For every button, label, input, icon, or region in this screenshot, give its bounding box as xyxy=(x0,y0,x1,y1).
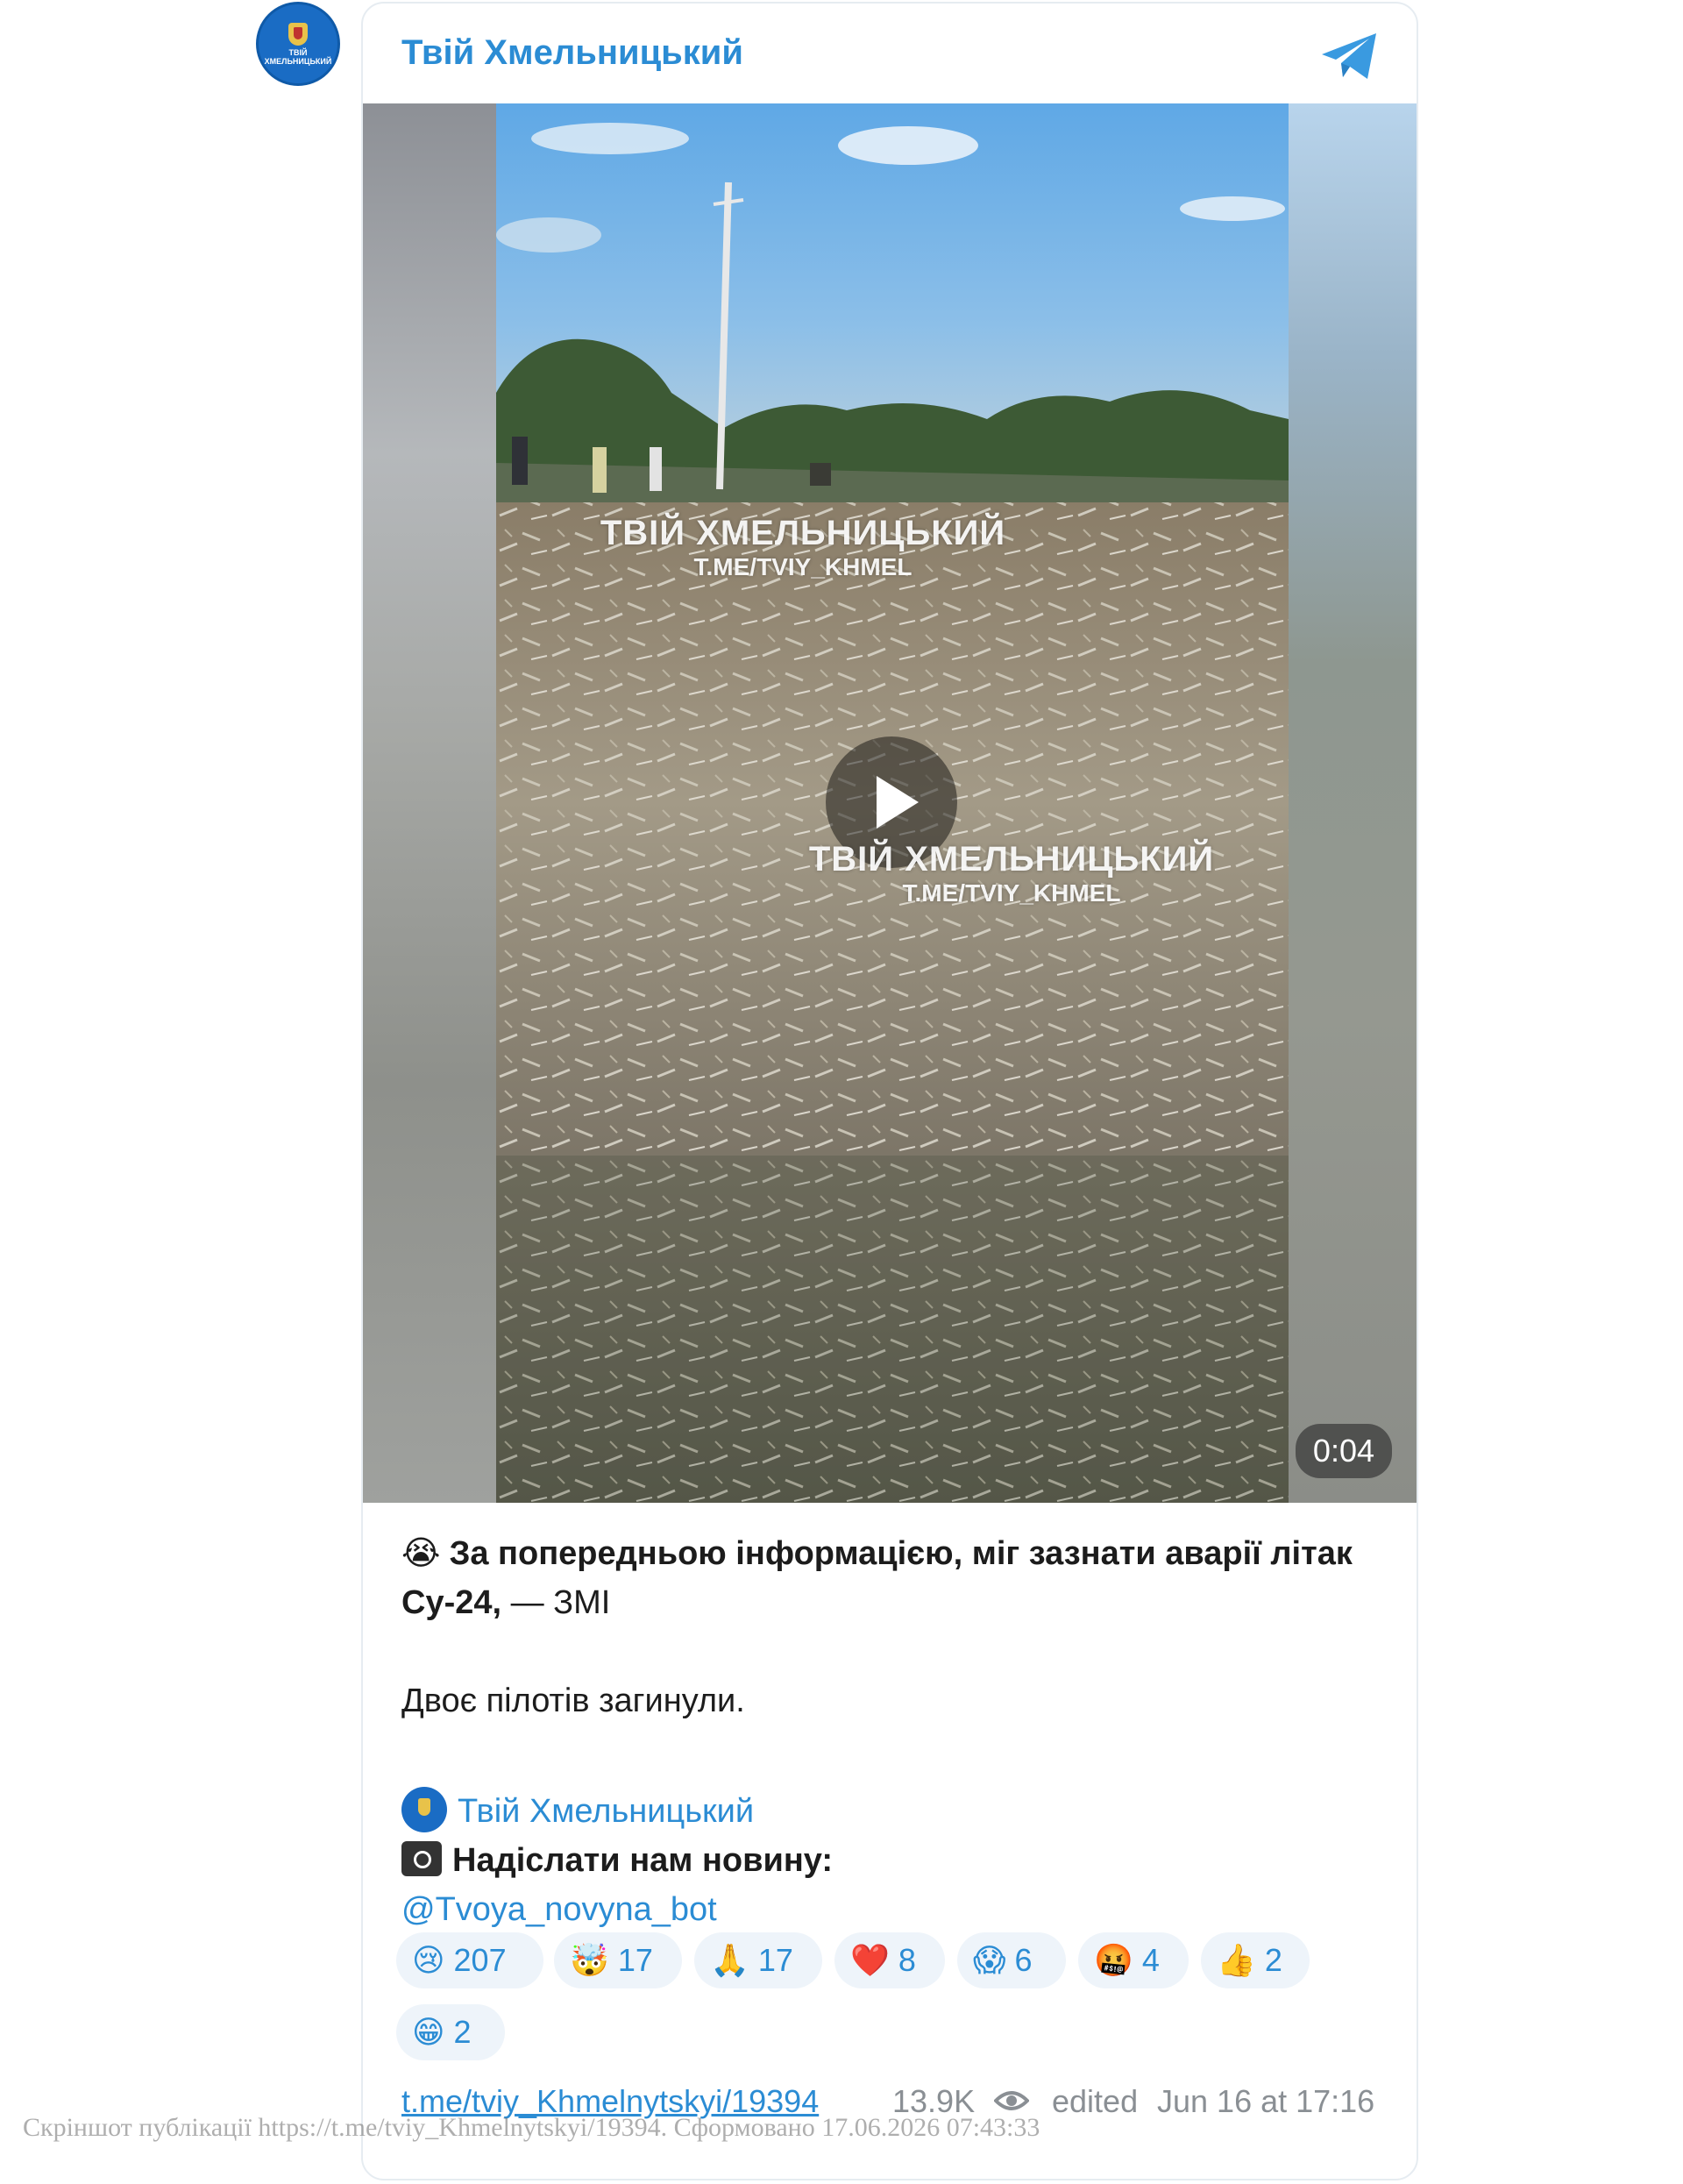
reaction-cursing[interactable]: 🤬 4 xyxy=(1078,1932,1189,1988)
watermark-title: ТВІЙ ХМЕЛЬНИЦЬКИЙ xyxy=(600,514,1006,552)
reaction-emoji: 😱 xyxy=(973,1942,1006,1978)
screenshot-caption: Скріншот публікації https://t.me/tviy_Kh… xyxy=(23,2113,1040,2142)
coat-of-arms-icon xyxy=(288,22,308,46)
post-date: Jun 16 at 17:16 xyxy=(1157,2083,1375,2119)
reaction-exploding-head[interactable]: 🤯 17 xyxy=(554,1932,682,1988)
channel-name-link[interactable]: Твій Хмельницький xyxy=(401,33,743,73)
reaction-count: 2 xyxy=(1264,1942,1282,1978)
reaction-thumbs-up[interactable]: 👍 2 xyxy=(1201,1932,1310,1988)
reaction-count: 4 xyxy=(1141,1942,1160,1978)
reaction-heart[interactable]: ❤️ 8 xyxy=(834,1932,945,1988)
post-body: Двоє пілотів загинули. xyxy=(401,1682,745,1719)
reaction-emoji: 🤯 xyxy=(570,1942,609,1978)
reaction-count: 8 xyxy=(898,1942,916,1978)
avatar-text: ТВІЙ ХМЕЛЬНИЦЬКИЙ xyxy=(264,47,332,66)
media-blur-left xyxy=(363,103,496,1503)
telegram-icon[interactable] xyxy=(1318,28,1381,84)
video-media[interactable]: ТВІЙ ХМЕЛЬНИЦЬКИЙ T.ME/TVIY_KHMEL ТВІЙ Х… xyxy=(363,103,1417,1503)
media-blur-right xyxy=(1289,103,1417,1503)
reaction-count: 17 xyxy=(617,1942,653,1978)
camera-icon xyxy=(401,1840,442,1876)
reaction-count: 207 xyxy=(453,1942,507,1978)
reaction-pray[interactable]: 🙏 17 xyxy=(694,1932,822,1988)
channel-avatar-small-icon xyxy=(401,1786,447,1832)
channel-avatar[interactable]: ТВІЙ ХМЕЛЬНИЦЬКИЙ xyxy=(256,2,340,86)
post-card: Твій Хмельницький ТВІЙ ХМЕЛЬНИЦЬКИЙ T.ME… xyxy=(361,2,1418,2180)
reaction-emoji: 👍 xyxy=(1217,1942,1256,1978)
watermark-bottom: ТВІЙ ХМЕЛЬНИЦЬКИЙ T.ME/TVIY_KHMEL xyxy=(775,840,1248,907)
reaction-count: 6 xyxy=(1014,1942,1033,1978)
channel-inline-link[interactable]: Твій Хмельницький xyxy=(458,1793,754,1830)
reaction-emoji: 😢 xyxy=(412,1942,445,1978)
reaction-emoji: ❤️ xyxy=(850,1942,890,1978)
watermark-title-2: ТВІЙ ХМЕЛЬНИЦЬКИЙ xyxy=(808,840,1215,879)
post-text: 😭 За попередньою інформацією, міг зазнат… xyxy=(401,1529,1383,1934)
post-source: — ЗМІ xyxy=(501,1584,611,1621)
eye-icon xyxy=(994,2091,1029,2110)
watermark-link-2: T.ME/TVIY_KHMEL xyxy=(902,879,1121,907)
reaction-emoji: 🤬 xyxy=(1094,1942,1133,1978)
video-duration: 0:04 xyxy=(1295,1424,1392,1478)
reaction-grin[interactable]: 😁 2 xyxy=(396,2004,505,2060)
reaction-count: 2 xyxy=(453,2014,472,2050)
reaction-count: 17 xyxy=(757,1942,793,1978)
post-header: Твій Хмельницький xyxy=(363,4,1417,103)
watermark-link: T.ME/TVIY_KHMEL xyxy=(693,553,913,580)
reaction-cry[interactable]: 😢 207 xyxy=(396,1932,543,1988)
send-news-label: Надіслати нам новину: xyxy=(452,1842,834,1879)
crying-emoji: 😭 xyxy=(401,1535,441,1572)
reaction-emoji: 😁 xyxy=(412,2014,445,2050)
watermark-top: ТВІЙ ХМЕЛЬНИЦЬКИЙ T.ME/TVIY_KHMEL xyxy=(566,514,1040,581)
reaction-emoji: 🙏 xyxy=(710,1942,749,1978)
edited-label: edited xyxy=(1052,2083,1139,2119)
bot-link[interactable]: @Tvoya_novyna_bot xyxy=(401,1891,717,1928)
reaction-scream[interactable]: 😱 6 xyxy=(957,1932,1066,1988)
